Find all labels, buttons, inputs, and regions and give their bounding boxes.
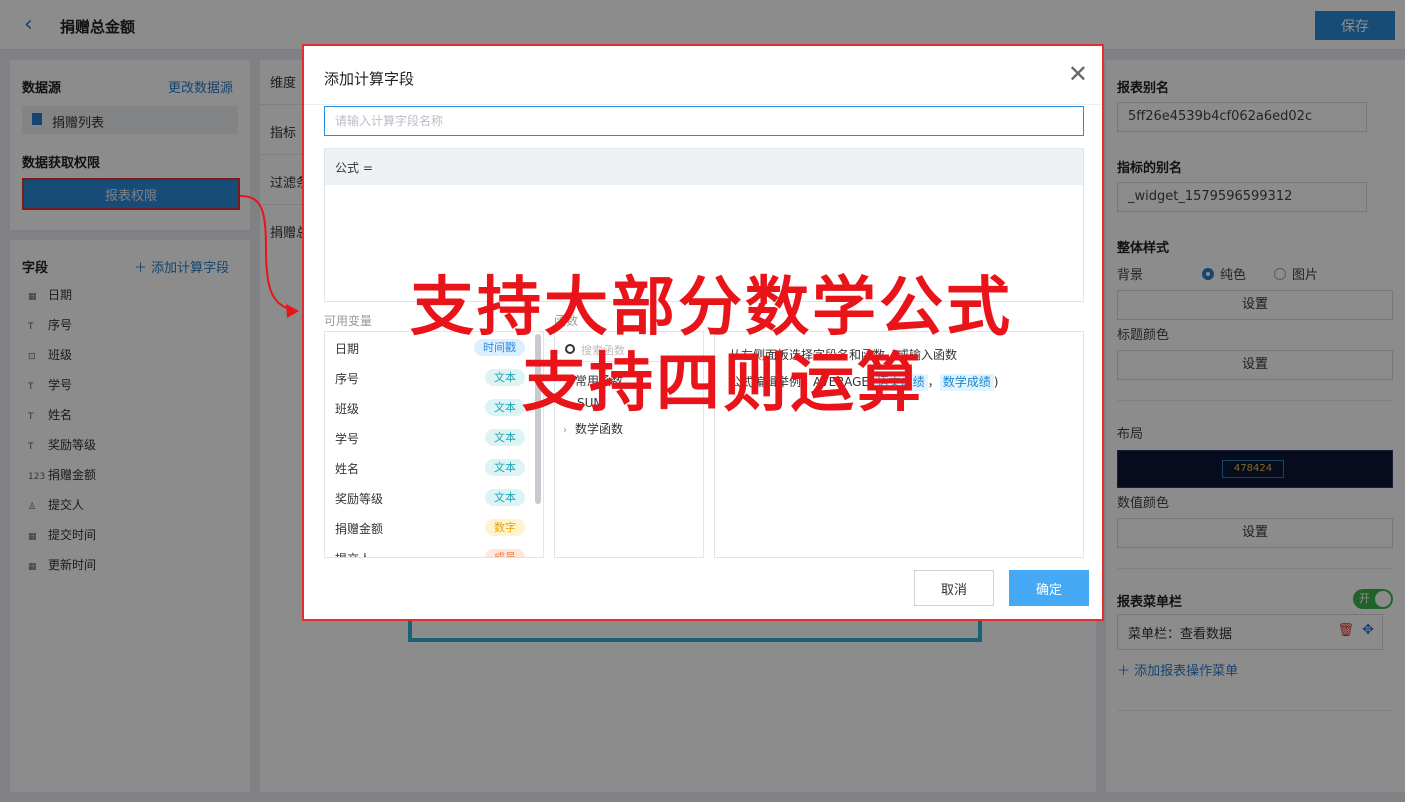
- variable-row[interactable]: 姓名 文本: [325, 452, 543, 482]
- close-icon[interactable]: ✕: [1068, 62, 1088, 86]
- field-name-input[interactable]: [324, 106, 1084, 136]
- variable-name: 奖励等级: [335, 492, 384, 506]
- variable-type-badge: 文本: [485, 459, 525, 476]
- variable-name: 序号: [335, 372, 360, 386]
- variable-list: 日期时间戳序号文本班级文本学号文本姓名文本奖励等级文本捐赠金额数字提交人成员: [324, 331, 544, 558]
- annotation-caption: 支持四则运算: [522, 346, 924, 421]
- help-chip: 数学成绩: [939, 374, 994, 391]
- help-separator: ，: [927, 375, 940, 389]
- variable-type-badge: 文本: [485, 489, 525, 506]
- variable-row[interactable]: 班级 文本: [325, 392, 543, 422]
- variable-type-badge: 文本: [485, 429, 525, 446]
- variable-type-badge: 文本: [485, 399, 525, 416]
- variable-row[interactable]: 学号 文本: [325, 422, 543, 452]
- variable-name: 姓名: [335, 462, 360, 476]
- variable-type-badge: 文本: [485, 369, 525, 386]
- variable-rows: 日期时间戳序号文本班级文本学号文本姓名文本奖励等级文本捐赠金额数字提交人成员: [325, 332, 543, 557]
- variable-name: 班级: [335, 402, 360, 416]
- variables-label: 可用变量: [324, 314, 373, 328]
- variable-row[interactable]: 提交人 成员: [325, 542, 543, 557]
- variable-name: 提交人: [335, 552, 371, 557]
- help-suffix: ): [993, 375, 999, 389]
- variable-name: 学号: [335, 432, 360, 446]
- formula-label: 公式 =: [325, 149, 1083, 185]
- chevron-right-icon: ›: [563, 425, 567, 436]
- variable-row[interactable]: 奖励等级 文本: [325, 482, 543, 512]
- variable-name: 日期: [335, 342, 360, 356]
- cancel-button[interactable]: 取消: [914, 570, 994, 606]
- variable-row[interactable]: 捐赠金额 数字: [325, 512, 543, 542]
- divider: [304, 104, 1102, 105]
- variable-type-badge: 数字: [485, 519, 525, 536]
- confirm-button[interactable]: 确定: [1009, 570, 1089, 606]
- variable-type-badge: 成员: [485, 549, 525, 557]
- variable-name: 捐赠金额: [335, 522, 384, 536]
- dialog-title: 添加计算字段: [324, 70, 415, 88]
- variable-row[interactable]: 序号 文本: [325, 362, 543, 392]
- function-group-label: 数学函数: [575, 422, 624, 436]
